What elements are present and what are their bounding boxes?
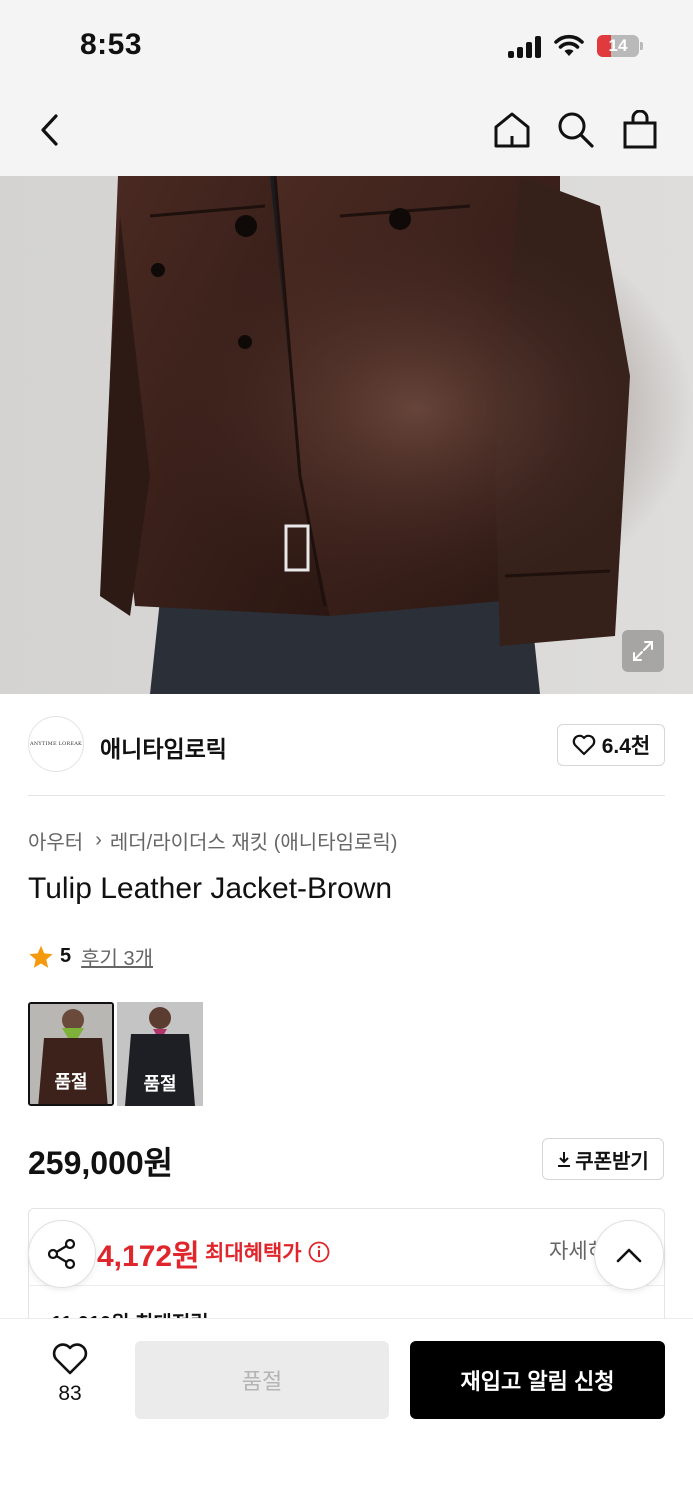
share-button[interactable] (28, 1220, 96, 1288)
bag-button[interactable] (618, 108, 662, 152)
wifi-icon (554, 34, 584, 56)
shopping-bag-icon (623, 110, 657, 149)
chevron-right-icon: › (95, 829, 102, 851)
expand-icon (633, 641, 653, 661)
color-option-black[interactable]: 품절 (117, 1002, 203, 1106)
battery-icon: 14 (597, 35, 643, 57)
status-bar: 8:53 14 (0, 0, 693, 92)
coupon-button[interactable]: 쿠폰받기 (542, 1138, 664, 1180)
status-time: 8:53 (80, 28, 143, 61)
rating-row: 5 후기 3개 (28, 942, 153, 971)
restock-alert-button[interactable]: 재입고 알림 신청 (410, 1341, 665, 1419)
max-benefit-label: 최대혜택가 (205, 1237, 330, 1267)
brand-row: ANYTIME LOREAK 애니타임로릭 6.4천 (28, 716, 665, 774)
star-icon (29, 945, 53, 968)
option-label: 품절 (143, 1074, 177, 1094)
battery-level: 14 (608, 36, 628, 55)
chevron-up-icon (616, 1248, 642, 1263)
brand-like-button[interactable]: 6.4천 (557, 724, 665, 766)
rating-value: 5 (60, 945, 72, 967)
scroll-top-button[interactable] (594, 1220, 664, 1290)
back-button[interactable] (28, 108, 72, 152)
max-benefit-price: 4,172원 (97, 1240, 200, 1273)
heart-icon (572, 734, 596, 756)
bottom-action-bar: 83 품절 재입고 알림 신청 (0, 1318, 693, 1500)
breadcrumb: 아우터 › 레더/라이더스 재킷 (애니타임로릭) (28, 826, 397, 855)
info-icon[interactable] (308, 1241, 330, 1263)
heart-icon (52, 1343, 88, 1375)
breadcrumb-subcategory[interactable]: 레더/라이더스 재킷 (애니타임로릭) (110, 826, 398, 855)
home-button[interactable] (490, 108, 534, 152)
wish-count: 83 (58, 1382, 82, 1405)
soldout-button[interactable]: 품절 (135, 1341, 389, 1419)
brand-logo[interactable]: ANYTIME LOREAK (28, 716, 84, 772)
search-icon (558, 112, 594, 148)
nav-bar (0, 92, 693, 176)
color-option-brown[interactable]: 품절 (28, 1002, 114, 1106)
divider (28, 795, 665, 796)
brand-name[interactable]: 애니타임로릭 (100, 730, 227, 764)
option-label: 품절 (54, 1072, 88, 1092)
review-link[interactable]: 후기 3개 (81, 942, 153, 971)
expand-image-button[interactable] (622, 630, 664, 672)
divider (29, 1285, 664, 1286)
chevron-left-icon (41, 114, 58, 146)
coupon-label: 쿠폰받기 (575, 1150, 649, 1173)
jacket-photo (0, 176, 693, 694)
search-button[interactable] (554, 108, 598, 152)
product-price: 259,000원 (28, 1145, 174, 1181)
signal-icon (508, 36, 542, 58)
wish-button[interactable]: 83 (40, 1343, 100, 1406)
product-image[interactable] (0, 176, 693, 694)
breadcrumb-category[interactable]: 아우터 (28, 826, 83, 855)
share-icon (47, 1238, 76, 1270)
brand-like-count: 6.4천 (601, 735, 651, 758)
product-title: Tulip Leather Jacket-Brown (28, 872, 393, 905)
download-icon (558, 1152, 571, 1167)
home-icon (494, 112, 530, 148)
